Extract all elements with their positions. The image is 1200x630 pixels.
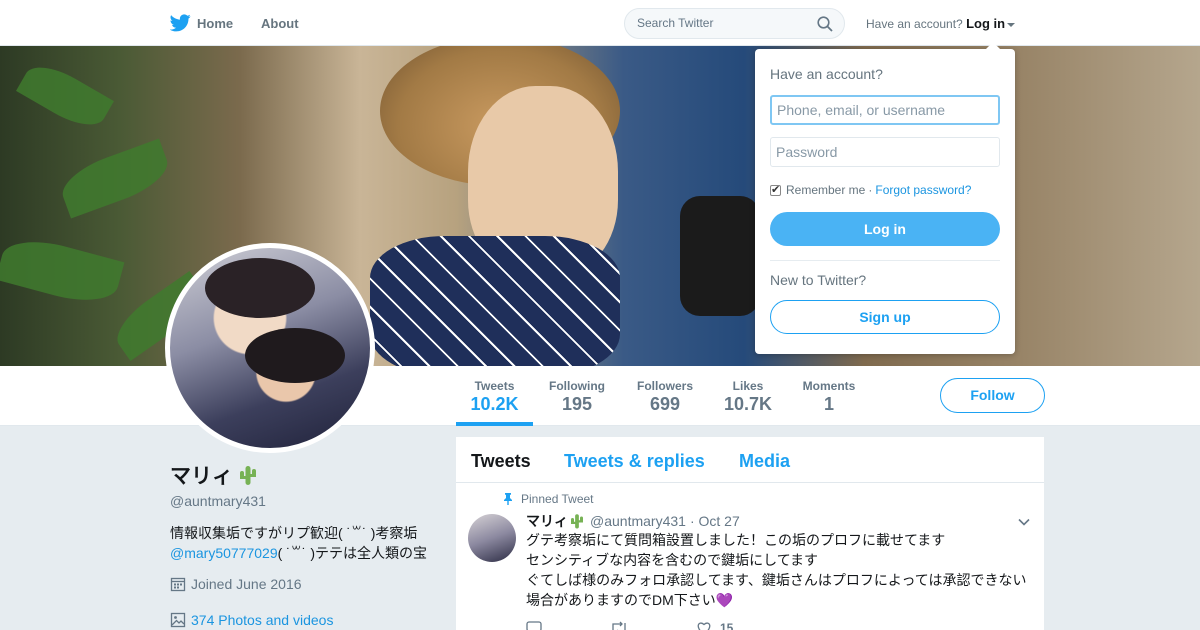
cactus-emoji-icon	[571, 514, 583, 529]
tweet-author-handle[interactable]: @auntmary431	[590, 513, 686, 529]
image-icon	[170, 612, 186, 628]
bio-mention-link[interactable]: @mary50777029	[170, 545, 278, 561]
stat-value: 10.7K	[723, 394, 773, 414]
heart-icon	[697, 622, 711, 630]
remember-me-checkbox[interactable]	[770, 183, 781, 196]
twitter-bird-icon	[170, 14, 191, 32]
bio-line-rest: ( ˙꒳˙ )テテは全人類の宝	[277, 545, 427, 561]
dropdown-title: Have an account?	[770, 66, 883, 82]
stat-value: 1	[823, 394, 834, 414]
tweet-text-line: 場合がありますのでDM下さい💜	[526, 590, 1036, 610]
tweet-text-line: ぐてしば様のみフォロ承認してます、鍵垢さんはプロフによっては承認できない	[526, 572, 1027, 588]
stat-followers[interactable]: Followers 699	[632, 366, 698, 426]
tweet-text-line: グテ考察垢にて質問箱設置しました！この垢のプロフに載せてます	[526, 532, 946, 548]
tweet-header: マリィ @auntmary431 · Oct 27	[526, 511, 740, 531]
login-dropdown: Have an account? Remember me · Forgot pa…	[755, 42, 1015, 354]
stat-value: 195	[561, 394, 593, 414]
pinned-tweet[interactable]: Pinned Tweet マリィ @auntmary431 · Oct 27 グ…	[456, 437, 1044, 630]
cactus-emoji-icon	[240, 466, 256, 485]
like-action[interactable]: 15	[696, 621, 733, 630]
like-count: 15	[720, 621, 734, 630]
nav-home-link[interactable]: Home	[170, 13, 233, 33]
chevron-down-icon	[1007, 22, 1016, 27]
joined-text: Joined June 2016	[191, 576, 302, 592]
stat-moments[interactable]: Moments 1	[799, 366, 859, 426]
login-button[interactable]: Log in	[770, 212, 1000, 246]
stat-label: Moments	[802, 379, 856, 393]
bio-line: 情報収集垢ですがリプ歓迎( ˙꒳˙ )考察垢	[170, 525, 418, 541]
pin-icon	[504, 493, 512, 505]
profile-name[interactable]: マリィ	[170, 460, 440, 490]
divider	[770, 260, 1000, 261]
stat-value: 10.2K	[470, 394, 519, 414]
stat-label: Following	[549, 379, 605, 393]
stat-likes[interactable]: Likes 10.7K	[720, 366, 776, 426]
profile-bio: 情報収集垢ですがリプ歓迎( ˙꒳˙ )考察垢 @mary50777029( ˙꒳…	[170, 523, 440, 563]
nav-about-link[interactable]: About	[261, 16, 299, 31]
stat-value: 699	[649, 394, 681, 414]
tweet-author-name-text: マリィ	[526, 513, 568, 529]
login-toggle-label[interactable]: Log in	[966, 16, 1005, 31]
calendar-icon	[170, 577, 186, 592]
purple-heart-icon: 💜	[715, 592, 734, 608]
stat-tweets[interactable]: Tweets 10.2K	[456, 366, 533, 426]
search-icon[interactable]	[817, 16, 833, 32]
login-menu-toggle[interactable]: Have an account? Log in	[866, 16, 1016, 31]
signup-button[interactable]: Sign up	[770, 300, 1000, 334]
stat-label: Followers	[636, 379, 693, 393]
retweet-icon	[612, 621, 626, 630]
profile-avatar[interactable]	[165, 243, 375, 453]
retweet-action[interactable]	[610, 621, 628, 630]
top-navigation-bar: Home About Have an account? Log in	[0, 0, 1200, 46]
forgot-password-link[interactable]: Forgot password?	[875, 183, 971, 197]
photos-videos-label: 374 Photos and videos	[191, 612, 334, 628]
photos-videos-link[interactable]: 374 Photos and videos	[170, 612, 440, 628]
reply-icon	[526, 621, 542, 630]
pinned-indicator: Pinned Tweet	[503, 492, 594, 506]
tweet-author-name[interactable]: マリィ	[526, 511, 586, 531]
username-input[interactable]	[770, 95, 1000, 125]
remember-row: Remember me · Forgot password?	[770, 183, 971, 197]
profile-sidebar: マリィ @auntmary431 情報収集垢ですがリプ歓迎( ˙꒳˙ )考察垢 …	[170, 460, 440, 628]
profile-name-text: マリィ	[170, 465, 233, 488]
joined-date: Joined June 2016	[170, 576, 440, 592]
chevron-down-icon[interactable]	[1018, 516, 1030, 528]
bio-line: @mary50777029( ˙꒳˙ )テテは全人類の宝	[170, 543, 440, 563]
password-input[interactable]	[770, 137, 1000, 167]
follow-button[interactable]: Follow	[940, 378, 1045, 413]
tweet-date[interactable]: · Oct 27	[690, 513, 740, 529]
separator-dot: ·	[868, 183, 873, 197]
tweet-text: グテ考察垢にて質問箱設置しました！この垢のプロフに載せてます センシティブな内容…	[526, 530, 1036, 610]
remember-me-label[interactable]: Remember me	[786, 183, 865, 197]
search-box	[624, 8, 845, 39]
search-input[interactable]	[637, 16, 817, 30]
tweet-text-line-end: 場合がありますのでDM下さい	[526, 592, 716, 608]
stat-following[interactable]: Following 195	[544, 366, 610, 426]
stat-label: Likes	[732, 379, 764, 393]
pinned-label: Pinned Tweet	[521, 492, 594, 506]
new-to-twitter-text: New to Twitter?	[770, 272, 867, 288]
tweet-text-line: センシティブな内容を含むので鍵垢にしてます	[526, 552, 819, 568]
stat-label: Tweets	[474, 379, 515, 393]
profile-handle[interactable]: @auntmary431	[170, 493, 440, 509]
tweet-avatar[interactable]	[468, 514, 516, 562]
reply-action[interactable]	[526, 621, 542, 630]
have-account-text: Have an account?	[866, 17, 963, 31]
nav-home-label: Home	[197, 15, 234, 31]
tweet-actions: 15	[526, 621, 801, 630]
